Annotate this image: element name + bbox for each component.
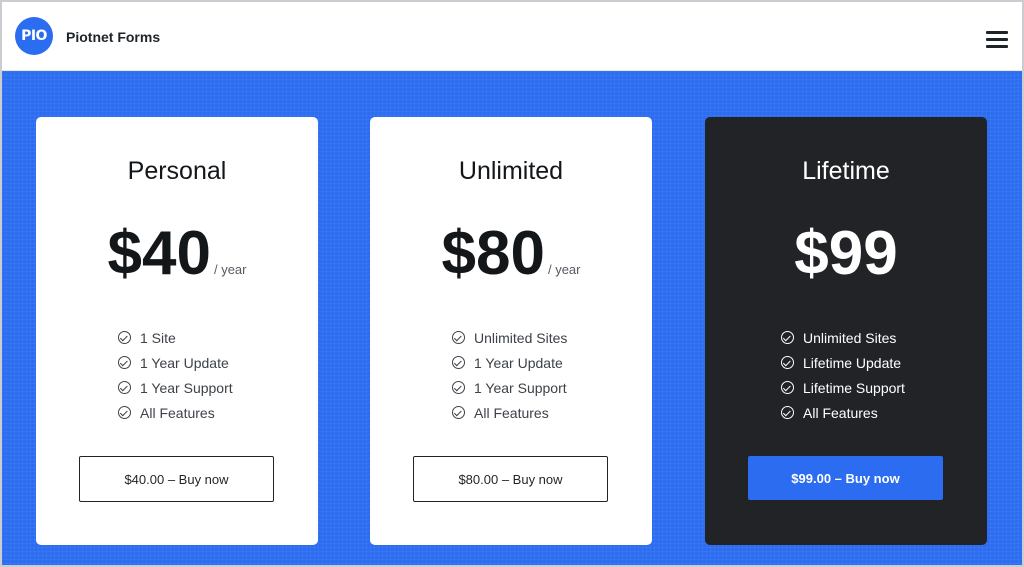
feature-label: 1 Site xyxy=(140,329,176,346)
browser-frame: PIO Piotnet Forms Personal $40 / year 1 … xyxy=(0,0,1024,567)
piotnet-logo[interactable]: PIO xyxy=(15,17,53,55)
price-row: $40 / year xyxy=(36,219,318,289)
feature-item: All Features xyxy=(781,400,905,425)
feature-item: 1 Year Update xyxy=(118,350,233,375)
check-circle-icon xyxy=(781,356,794,369)
feature-item: All Features xyxy=(118,400,233,425)
feature-label: Unlimited Sites xyxy=(803,329,897,346)
check-circle-icon xyxy=(781,406,794,419)
menu-bar xyxy=(986,38,1008,41)
feature-label: 1 Year Support xyxy=(474,379,567,396)
pricing-card-unlimited: Unlimited $80 / year Unlimited Sites 1 Y… xyxy=(370,117,652,545)
check-circle-icon xyxy=(452,356,465,369)
pricing-card-lifetime: Lifetime $99 Unlimited Sites Lifetime Up… xyxy=(705,117,987,545)
buy-lifetime-button[interactable]: $99.00 – Buy now xyxy=(748,456,943,500)
pricing-card-personal: Personal $40 / year 1 Site 1 Year Update… xyxy=(36,117,318,545)
buy-personal-button[interactable]: $40.00 – Buy now xyxy=(79,456,274,502)
plan-price: $80 xyxy=(441,219,545,288)
check-circle-icon xyxy=(118,331,131,344)
check-circle-icon xyxy=(781,381,794,394)
site-header: PIO Piotnet Forms xyxy=(2,2,1022,71)
feature-label: All Features xyxy=(474,404,549,421)
plan-price: $40 xyxy=(107,219,211,288)
buy-unlimited-button[interactable]: $80.00 – Buy now xyxy=(413,456,608,502)
feature-label: 1 Year Update xyxy=(474,354,563,371)
price-row: $80 / year xyxy=(370,219,652,289)
feature-item: Lifetime Support xyxy=(781,375,905,400)
feature-label: Unlimited Sites xyxy=(474,329,568,346)
feature-label: All Features xyxy=(140,404,215,421)
feature-item: 1 Site xyxy=(118,325,233,350)
feature-item: All Features xyxy=(452,400,567,425)
feature-item: Unlimited Sites xyxy=(452,325,567,350)
feature-label: 1 Year Support xyxy=(140,379,233,396)
check-circle-icon xyxy=(452,331,465,344)
feature-list: 1 Site 1 Year Update 1 Year Support All … xyxy=(118,325,233,425)
feature-label: Lifetime Support xyxy=(803,379,905,396)
plan-price: $99 xyxy=(794,219,898,288)
hamburger-menu-icon[interactable] xyxy=(984,28,1010,50)
menu-bar xyxy=(986,45,1008,48)
check-circle-icon xyxy=(452,381,465,394)
check-circle-icon xyxy=(118,356,131,369)
feature-item: 1 Year Support xyxy=(118,375,233,400)
plan-name: Unlimited xyxy=(458,157,564,185)
price-period: / year xyxy=(213,262,247,277)
menu-bar xyxy=(986,31,1008,34)
feature-item: Lifetime Update xyxy=(781,350,905,375)
feature-list: Unlimited Sites Lifetime Update Lifetime… xyxy=(781,325,905,425)
feature-item: 1 Year Update xyxy=(452,350,567,375)
check-circle-icon xyxy=(452,406,465,419)
price-row: $99 xyxy=(705,219,987,289)
feature-label: Lifetime Update xyxy=(803,354,902,371)
feature-item: Unlimited Sites xyxy=(781,325,905,350)
feature-list: Unlimited Sites 1 Year Update 1 Year Sup… xyxy=(452,325,567,425)
brand-name[interactable]: Piotnet Forms xyxy=(66,29,160,45)
check-circle-icon xyxy=(118,381,131,394)
feature-label: 1 Year Update xyxy=(140,354,229,371)
pricing-section: Personal $40 / year 1 Site 1 Year Update… xyxy=(2,71,1022,565)
feature-label: All Features xyxy=(803,404,878,421)
check-circle-icon xyxy=(781,331,794,344)
plan-name: Lifetime xyxy=(802,157,890,185)
plan-name: Personal xyxy=(127,157,227,185)
price-period: / year xyxy=(547,262,581,277)
feature-item: 1 Year Support xyxy=(452,375,567,400)
check-circle-icon xyxy=(118,406,131,419)
